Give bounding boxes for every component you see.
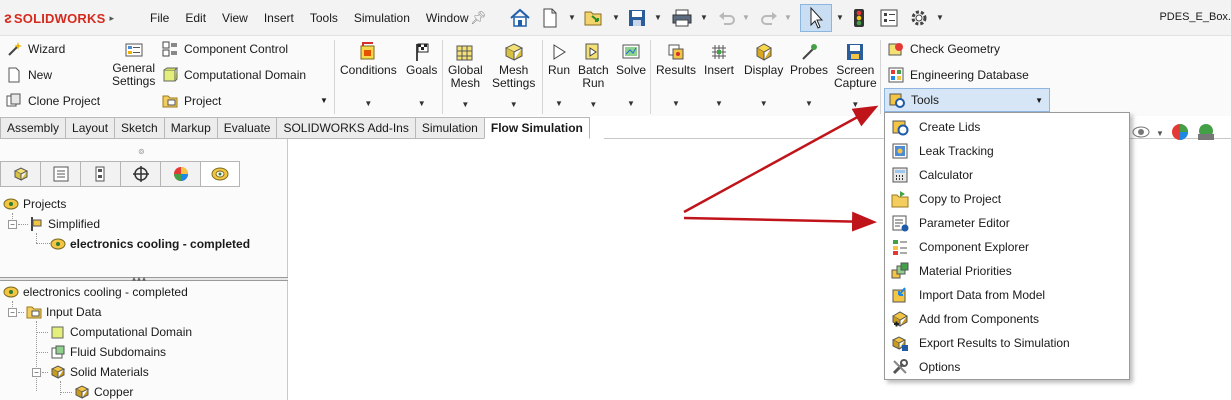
annotation-arrows [683,105,879,232]
annotation-arrow-tools [683,105,879,214]
annotation-arrow-parameter-editor [683,211,877,232]
solidworks-window: ᴤ SOLIDWORKS ▸ File Edit View Insert Too… [0,0,1231,400]
